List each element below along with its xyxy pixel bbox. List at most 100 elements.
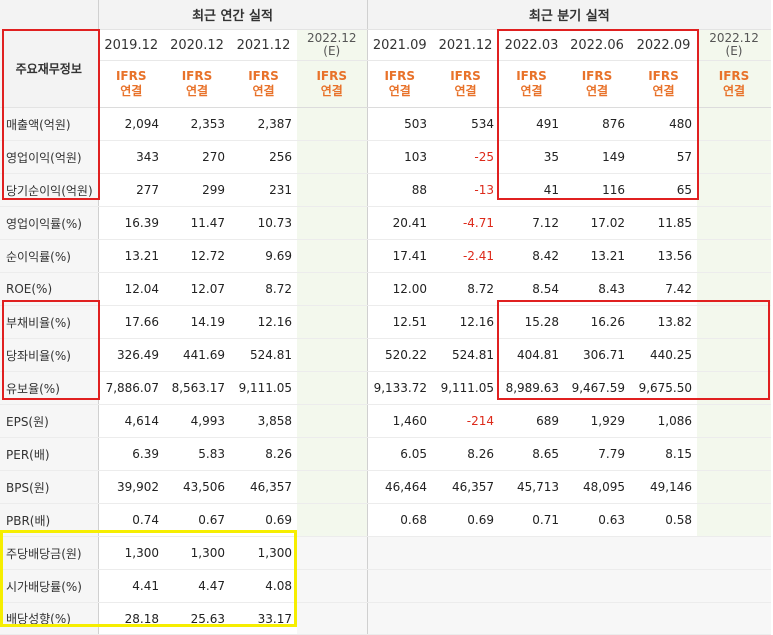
- quarterly-group-header: 최근 분기 실적: [366, 0, 772, 30]
- value-cell: 9,111.05: [432, 371, 499, 405]
- value-cell: 25.63: [164, 602, 230, 635]
- value-cell: 1,300: [164, 536, 230, 570]
- table-row: PBR(배) 0.74 0.67 0.69 0.68 0.69 0.71 0.63 0.58: [0, 503, 772, 537]
- value-cell: 103: [366, 140, 432, 174]
- period-header: 2020.12: [164, 29, 230, 61]
- period-header-estimate: 2022.12 (E): [297, 29, 367, 61]
- ifrs-tag: IFRS 연결: [230, 60, 297, 108]
- value-cell: 14.19: [164, 305, 230, 339]
- value-cell: [697, 173, 772, 207]
- value-cell: [366, 602, 432, 635]
- value-cell: [697, 371, 772, 405]
- estimate-mark: (E): [725, 44, 743, 58]
- ifrs-tag: IFRS 연결: [97, 60, 164, 108]
- value-cell: [697, 437, 772, 471]
- ifrs-tag: IFRS 연결: [164, 60, 230, 108]
- value-cell: -13: [432, 173, 499, 207]
- value-cell: 277: [97, 173, 164, 207]
- value-cell: 12.16: [432, 305, 499, 339]
- value-cell: [630, 569, 697, 603]
- value-cell: 2,387: [230, 107, 297, 141]
- value-cell: [297, 437, 367, 471]
- value-cell: 8.26: [230, 437, 297, 471]
- value-cell: 15.28: [499, 305, 564, 339]
- value-cell: 534: [432, 107, 499, 141]
- value-cell: 8.43: [564, 272, 630, 306]
- value-cell: 440.25: [630, 338, 697, 372]
- value-cell: 4.47: [164, 569, 230, 603]
- value-cell: 11.85: [630, 206, 697, 240]
- table-row: 영업이익률(%) 16.39 11.47 10.73 20.41 -4.71 7.12 17.…: [0, 206, 772, 240]
- value-cell: 17.41: [366, 239, 432, 273]
- value-cell: 46,357: [230, 470, 297, 504]
- value-cell: 8.65: [499, 437, 564, 471]
- value-cell: 1,300: [230, 536, 297, 570]
- value-cell: 306.71: [564, 338, 630, 372]
- value-cell: 46,357: [432, 470, 499, 504]
- table-row: 주당배당금(원) 1,300 1,300 1,300: [0, 536, 772, 570]
- value-cell: 12.00: [366, 272, 432, 306]
- value-cell: 43,506: [164, 470, 230, 504]
- value-cell: 65: [630, 173, 697, 207]
- value-cell: [297, 173, 367, 207]
- value-cell: 8,563.17: [164, 371, 230, 405]
- value-cell: 20.41: [366, 206, 432, 240]
- value-cell: 16.26: [564, 305, 630, 339]
- value-cell: 9,675.50: [630, 371, 697, 405]
- value-cell: [366, 569, 432, 603]
- value-cell: 13.21: [97, 239, 164, 273]
- row-label: PER(배): [0, 437, 98, 471]
- value-cell: 4,614: [97, 404, 164, 438]
- table-row: 부채비율(%) 17.66 14.19 12.16 12.51 12.16 15.28 16.…: [0, 305, 772, 339]
- value-cell: [297, 569, 367, 603]
- row-label: 매출액(억원): [0, 107, 98, 141]
- value-cell: 270: [164, 140, 230, 174]
- value-cell: 39,902: [97, 470, 164, 504]
- value-cell: [499, 569, 564, 603]
- value-cell: 7.79: [564, 437, 630, 471]
- value-cell: 256: [230, 140, 297, 174]
- value-cell: [564, 536, 630, 570]
- table-row: 당좌비율(%) 326.49 441.69 524.81 520.22 524.81 404…: [0, 338, 772, 372]
- table-row: PER(배) 6.39 5.83 8.26 6.05 8.26 8.65 7.79 8.15: [0, 437, 772, 471]
- row-label: 배당성향(%): [0, 602, 98, 635]
- value-cell: [697, 536, 772, 570]
- table-row: 시가배당률(%) 4.41 4.47 4.08: [0, 569, 772, 603]
- value-cell: 8.72: [230, 272, 297, 306]
- value-cell: 6.39: [97, 437, 164, 471]
- value-cell: 11.47: [164, 206, 230, 240]
- value-cell: 326.49: [97, 338, 164, 372]
- ifrs-tag: IFRS 연결: [564, 60, 630, 108]
- value-cell: 480: [630, 107, 697, 141]
- value-cell: 17.02: [564, 206, 630, 240]
- annual-group-header: 최근 연간 실적: [97, 0, 367, 30]
- row-label: EPS(원): [0, 404, 98, 438]
- value-cell: [697, 503, 772, 537]
- ifrs-tag: IFRS 연결: [297, 60, 367, 108]
- value-cell: [630, 536, 697, 570]
- ifrs-tag: IFRS 연결: [366, 60, 432, 108]
- value-cell: [297, 470, 367, 504]
- table-row: 당기순이익(억원) 277 299 231 88 -13 41 116 65: [0, 173, 772, 207]
- value-cell: [297, 602, 367, 635]
- value-cell: 6.05: [366, 437, 432, 471]
- value-cell: [297, 305, 367, 339]
- value-cell: [697, 206, 772, 240]
- row-label: ROE(%): [0, 272, 98, 306]
- value-cell: [697, 305, 772, 339]
- value-cell: [297, 272, 367, 306]
- value-cell: 524.81: [432, 338, 499, 372]
- row-header-title: 주요재무정보: [0, 29, 98, 108]
- value-cell: 0.71: [499, 503, 564, 537]
- period-label: 2022.12: [709, 31, 759, 45]
- value-cell: 7.12: [499, 206, 564, 240]
- row-label: 영업이익률(%): [0, 206, 98, 240]
- value-cell: 3,858: [230, 404, 297, 438]
- value-cell: 520.22: [366, 338, 432, 372]
- value-cell: 149: [564, 140, 630, 174]
- value-cell: 8.72: [432, 272, 499, 306]
- value-cell: 33.17: [230, 602, 297, 635]
- value-cell: 13.21: [564, 239, 630, 273]
- value-cell: [297, 338, 367, 372]
- table-row: EPS(원) 4,614 4,993 3,858 1,460 -214 689 1,929 1,…: [0, 404, 772, 438]
